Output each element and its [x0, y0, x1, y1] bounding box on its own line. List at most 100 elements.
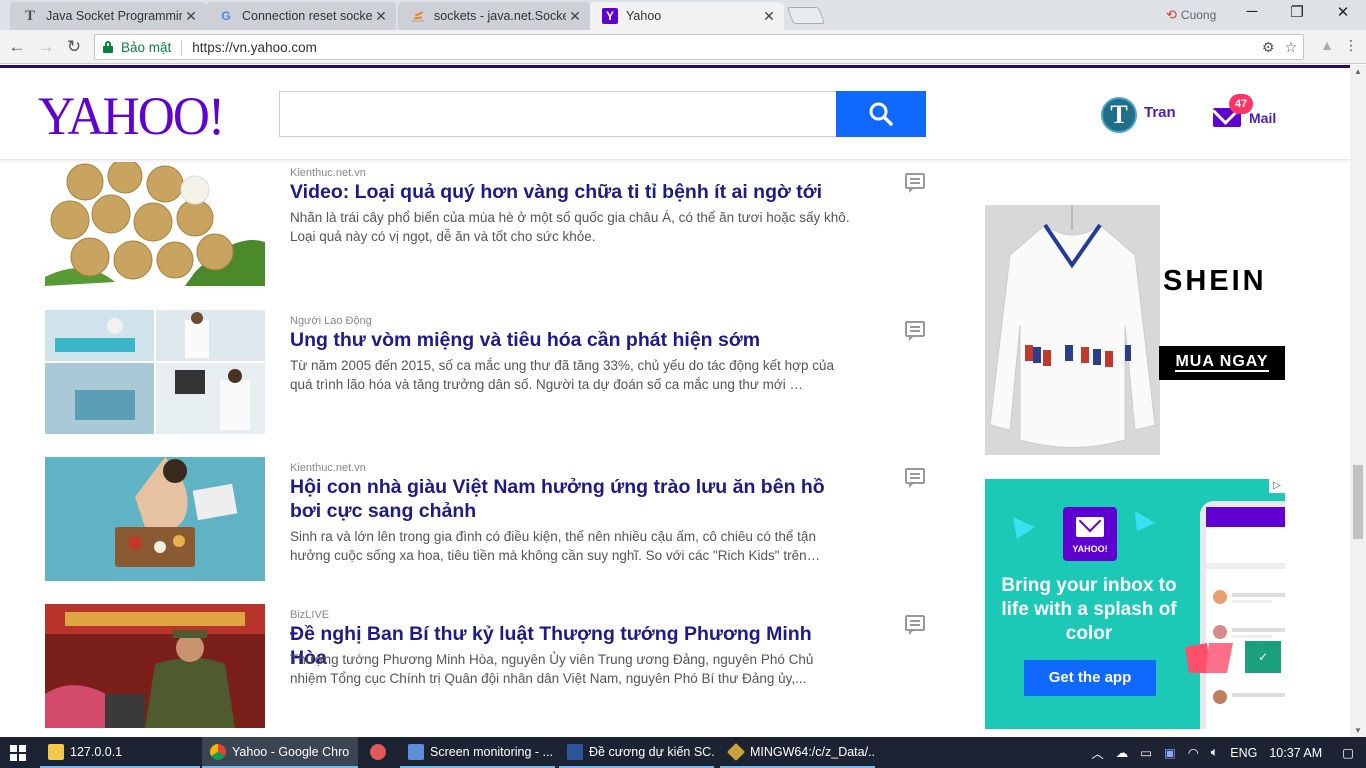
- back-button[interactable]: ←: [6, 36, 28, 58]
- phone-illustration: [1200, 501, 1285, 729]
- yahoo-favicon-icon: Y: [602, 8, 618, 24]
- tab-strip: T Java Socket Programming ✕ G Connection…: [0, 0, 1366, 30]
- forward-button[interactable]: →: [35, 36, 57, 58]
- get-the-app-button[interactable]: Get the app: [1024, 660, 1156, 696]
- browser-toolbar: ← → ↻ Bảo mật https://vn.yahoo.com ⚙ ☆ ▲…: [0, 30, 1366, 64]
- envelope-icon: [1076, 517, 1104, 537]
- story-headline[interactable]: Ung thư vòm miệng và tiêu hóa cần phát h…: [290, 328, 850, 352]
- volume-icon[interactable]: 🔈︎: [1211, 745, 1219, 760]
- avatar[interactable]: T: [1101, 97, 1137, 133]
- google-icon: G: [221, 9, 231, 23]
- tab-connection-reset[interactable]: G Connection reset socket j ✕: [206, 2, 396, 30]
- new-tab-button[interactable]: [786, 7, 826, 24]
- story-provider: Kienthuc.net.vn: [290, 462, 366, 474]
- shein-brand: SHEIN: [1163, 265, 1267, 297]
- tab-title: Java Socket Programming: [46, 9, 182, 23]
- story-thumbnail[interactable]: [45, 457, 265, 581]
- comment-icon[interactable]: [905, 468, 925, 488]
- scroll-down-arrow-icon[interactable]: ▼: [1350, 726, 1366, 735]
- yahoo-logo[interactable]: YAHOO!: [38, 85, 225, 147]
- chrome-icon: [210, 743, 226, 760]
- story-summary: Thượng tướng Phương Minh Hòa, nguyên Ủy …: [290, 652, 814, 686]
- tab-yahoo[interactable]: Y Yahoo ✕: [590, 2, 784, 30]
- windows-start-icon[interactable]: [10, 745, 26, 761]
- maximize-button[interactable]: ❐: [1277, 3, 1317, 21]
- page-scrollbar[interactable]: ▲ ▼: [1350, 65, 1366, 737]
- network-status-icon[interactable]: ☁: [1116, 745, 1129, 760]
- news-story[interactable]: BizLIVE Đề nghị Ban Bí thư kỷ luật Thượn…: [45, 604, 935, 728]
- story-summary: Sinh ra và lớn lên trong gia đình có điề…: [290, 529, 821, 563]
- profile-name: Cuong: [1180, 8, 1217, 22]
- tab-title: Connection reset socket j: [242, 9, 372, 23]
- battery-icon[interactable]: ▭: [1140, 745, 1152, 760]
- tab-favicon-icon: T: [24, 7, 35, 24]
- tab-sockets[interactable]: sockets - java.net.Socket ✕: [398, 2, 590, 30]
- bookmark-star-icon[interactable]: ☆: [1284, 39, 1297, 56]
- wifi-icon[interactable]: ◠: [1188, 745, 1199, 760]
- menu-icon[interactable]: ⋮: [1344, 37, 1358, 54]
- reload-button[interactable]: ↻: [63, 36, 85, 58]
- shirt-image: [985, 205, 1160, 455]
- shein-ad[interactable]: SHEIN MUA NGAY: [985, 205, 1285, 455]
- web-page: YAHOO! T Tran 47 Mail Kienthuc.net.vn Vi…: [0, 65, 1350, 737]
- search-button[interactable]: [836, 91, 926, 137]
- story-headline[interactable]: Hội con nhà giàu Việt Nam hưởng ứng trào…: [290, 475, 850, 523]
- security-label: Bảo mật: [121, 39, 183, 55]
- profile-icon: ⟲: [1166, 7, 1177, 22]
- url-text[interactable]: https://vn.yahoo.com: [192, 40, 317, 55]
- app-icon: [370, 743, 386, 760]
- notifications-icon[interactable]: ▢: [1342, 745, 1354, 760]
- cookie-blocked-icon[interactable]: ⚙: [1262, 39, 1275, 56]
- scroll-up-arrow-icon[interactable]: ▲: [1350, 67, 1366, 76]
- language-indicator[interactable]: ENG: [1230, 746, 1257, 760]
- chevron-up-icon[interactable]: ︿: [1091, 743, 1104, 762]
- buy-now-button[interactable]: MUA NGAY: [1159, 346, 1285, 380]
- profile-chip[interactable]: ⟲ Cuong: [1166, 7, 1216, 23]
- window-close-button[interactable]: ✕: [1323, 3, 1363, 21]
- story-provider: Kienthuc.net.vn: [290, 167, 366, 179]
- ad-tagline: Bring your inbox to life with a splash o…: [1001, 575, 1177, 644]
- clock[interactable]: 10:37 AM: [1269, 746, 1322, 760]
- stack-overflow-icon: [410, 8, 426, 24]
- search-input[interactable]: [279, 91, 837, 137]
- comment-icon[interactable]: [905, 173, 925, 193]
- taskbar-item-explorer[interactable]: 127.0.0.1: [40, 737, 200, 768]
- close-icon[interactable]: ✕: [566, 8, 584, 25]
- app-tray-icon[interactable]: ▣: [1164, 745, 1176, 760]
- taskbar-item-git-bash[interactable]: MINGW64:/c/z_Data/...: [720, 737, 875, 768]
- news-story[interactable]: Người Lao Động Ung thư vòm miệng và tiêu…: [45, 310, 935, 434]
- close-icon[interactable]: ✕: [372, 8, 390, 25]
- scroll-thumb[interactable]: [1353, 465, 1363, 539]
- taskbar-item-screen-monitoring[interactable]: Screen monitoring - ...: [400, 737, 555, 768]
- windows-taskbar: 127.0.0.1 Yahoo - Google Chro Screen mon…: [0, 737, 1366, 768]
- tab-title: sockets - java.net.Socket: [434, 9, 566, 23]
- comment-icon[interactable]: [905, 321, 925, 341]
- story-thumbnail[interactable]: [45, 310, 265, 434]
- word-icon: [567, 743, 583, 760]
- tab-title: Yahoo: [626, 9, 662, 23]
- user-name[interactable]: Tran: [1144, 104, 1176, 121]
- tab-java-socket[interactable]: T Java Socket Programming ✕: [10, 2, 206, 30]
- taskbar-item-app[interactable]: [362, 737, 398, 768]
- story-headline[interactable]: Video: Loại quả quý hơn vàng chữa ti tỉ …: [290, 180, 850, 204]
- comment-icon[interactable]: [905, 615, 925, 635]
- system-tray: ︿ ☁ ▭ ▣ ◠ 🔈︎ ENG 10:37 AM ▢: [1091, 737, 1366, 768]
- minimize-button[interactable]: ─: [1232, 3, 1272, 20]
- git-icon: [726, 742, 746, 761]
- story-thumbnail[interactable]: [45, 162, 265, 286]
- folder-icon: [48, 743, 64, 760]
- taskbar-item-chrome[interactable]: Yahoo - Google Chro: [202, 737, 358, 768]
- close-icon[interactable]: ✕: [182, 8, 200, 25]
- address-bar[interactable]: Bảo mật https://vn.yahoo.com ⚙ ☆: [94, 34, 1304, 60]
- story-provider: Người Lao Động: [290, 315, 372, 327]
- story-thumbnail[interactable]: [45, 604, 265, 728]
- close-icon[interactable]: ✕: [760, 8, 778, 25]
- taskbar-item-word[interactable]: Đề cương dự kiến SC...: [559, 737, 714, 768]
- extension-icon[interactable]: ▲: [1320, 37, 1334, 54]
- yahoo-mail-ad[interactable]: ▷ ✓ YAHOO! Bring your inbox to life with…: [985, 479, 1285, 729]
- svg-text:✓: ✓: [1258, 650, 1268, 664]
- news-story[interactable]: Kienthuc.net.vn Hội con nhà giàu Việt Na…: [45, 457, 935, 581]
- mail-link[interactable]: Mail: [1249, 110, 1276, 126]
- news-story[interactable]: Kienthuc.net.vn Video: Loại quả quý hơn …: [45, 162, 935, 286]
- story-summary: Từ năm 2005 đến 2015, số ca mắc ung thư …: [290, 358, 835, 392]
